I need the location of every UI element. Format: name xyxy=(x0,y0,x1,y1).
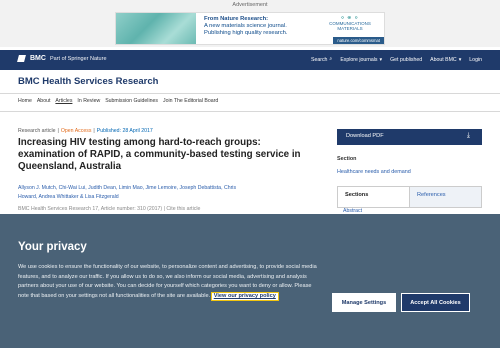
ad-text: From Nature Research: A new materials sc… xyxy=(204,16,287,37)
nav-about-bmc[interactable]: About BMC ▾ xyxy=(430,56,461,63)
article-title: Increasing HIV testing among hard-to-rea… xyxy=(18,137,301,173)
subnav-about[interactable]: About xyxy=(37,98,51,104)
download-pdf-button[interactable]: Download PDF ⤓ xyxy=(337,129,482,145)
article-type: Research article xyxy=(18,128,56,134)
privacy-policy-link[interactable]: View our privacy policy xyxy=(210,291,279,302)
ad-journal-logo: ⚬⚭⚬ COMMUNICATIONS MATERIALS xyxy=(322,15,378,31)
subnav-join-editorial-board[interactable]: Join The Editorial Board xyxy=(163,98,218,104)
download-icon: ⤓ xyxy=(466,132,470,139)
section-link[interactable]: Healthcare needs and demand xyxy=(337,169,411,175)
nav-search[interactable]: Search ⌕ xyxy=(311,56,332,63)
nav-explore-journals[interactable]: Explore journals ▾ xyxy=(340,56,382,63)
open-access-badge: Open Access xyxy=(60,128,92,134)
chevron-down-icon: ▾ xyxy=(379,56,383,63)
sidebar-tabs: Sections References xyxy=(337,186,482,208)
subnav-submission-guidelines[interactable]: Submission Guidelines xyxy=(105,98,158,104)
accept-all-cookies-button[interactable]: Accept All Cookies xyxy=(401,293,470,312)
nav-search-label: Search xyxy=(310,56,328,63)
ad-image xyxy=(116,13,196,44)
ad-line-3: Publishing high quality research. xyxy=(204,30,288,36)
brand-suffix: Part of Springer Nature xyxy=(49,55,107,62)
tab-references[interactable]: References xyxy=(409,187,481,207)
article-citation: BMC Health Services Research 17, Article… xyxy=(18,206,201,212)
manage-settings-button[interactable]: Manage Settings xyxy=(332,293,396,312)
subnav-in-review[interactable]: In Review xyxy=(77,98,100,104)
subnav-home[interactable]: Home xyxy=(18,98,32,104)
divider xyxy=(0,111,500,112)
separator: | xyxy=(57,128,59,134)
ad-banner[interactable]: From Nature Research: A new materials sc… xyxy=(115,12,385,45)
ad-url[interactable]: nature.com/commsmat xyxy=(333,37,384,44)
section-heading: Section xyxy=(337,156,357,162)
nav-about-label: About BMC xyxy=(430,56,457,63)
nav-explore-label: Explore journals xyxy=(340,56,378,63)
top-navbar: BMC Part of Springer Nature Search ⌕ Expl… xyxy=(0,50,500,70)
authors-line-2[interactable]: Howard, Andrea Whittaker & Lisa Fitzgera… xyxy=(18,193,306,202)
author-list: Allyson J. Mutch, Chi-Wai Lui, Judith De… xyxy=(18,184,306,201)
authors-line-1[interactable]: Allyson J. Mutch, Chi-Wai Lui, Judith De… xyxy=(18,184,306,193)
article-meta: Research article | Open Access | Publish… xyxy=(18,128,153,134)
subnav-articles[interactable]: Articles xyxy=(55,98,72,104)
chevron-down-icon: ▾ xyxy=(458,56,462,63)
published-date: Published: 28 April 2017 xyxy=(96,128,153,134)
separator: | xyxy=(93,128,95,134)
bmc-logo[interactable]: BMC Part of Springer Nature xyxy=(17,55,107,62)
tab-sections[interactable]: Sections xyxy=(338,187,409,207)
download-pdf-label: Download PDF xyxy=(346,133,384,139)
nav-login[interactable]: Login xyxy=(469,56,482,63)
advertisement-strip: Advertisement From Nature Research: A ne… xyxy=(0,0,500,47)
navbar-links: Search ⌕ Explore journals ▾ Get published … xyxy=(311,56,482,63)
ad-line-2: A new materials science journal. xyxy=(204,23,287,29)
advertisement-label: Advertisement xyxy=(232,2,268,8)
journal-subnav-items: Home About Articles In Review Submission… xyxy=(18,98,218,104)
search-icon: ⌕ xyxy=(329,56,333,62)
ad-logo-line-2: MATERIALS xyxy=(337,26,363,31)
nav-get-published[interactable]: Get published xyxy=(390,56,422,63)
privacy-text: We use cookies to ensure the functionali… xyxy=(18,263,318,302)
privacy-title: Your privacy xyxy=(18,241,87,253)
ad-line-1: From Nature Research: xyxy=(204,16,269,22)
journal-title[interactable]: BMC Health Services Research xyxy=(18,76,158,87)
bmc-logo-icon xyxy=(17,55,26,62)
brand-name: BMC xyxy=(30,55,46,62)
cookie-consent-banner: Your privacy We use cookies to ensure th… xyxy=(0,214,500,348)
